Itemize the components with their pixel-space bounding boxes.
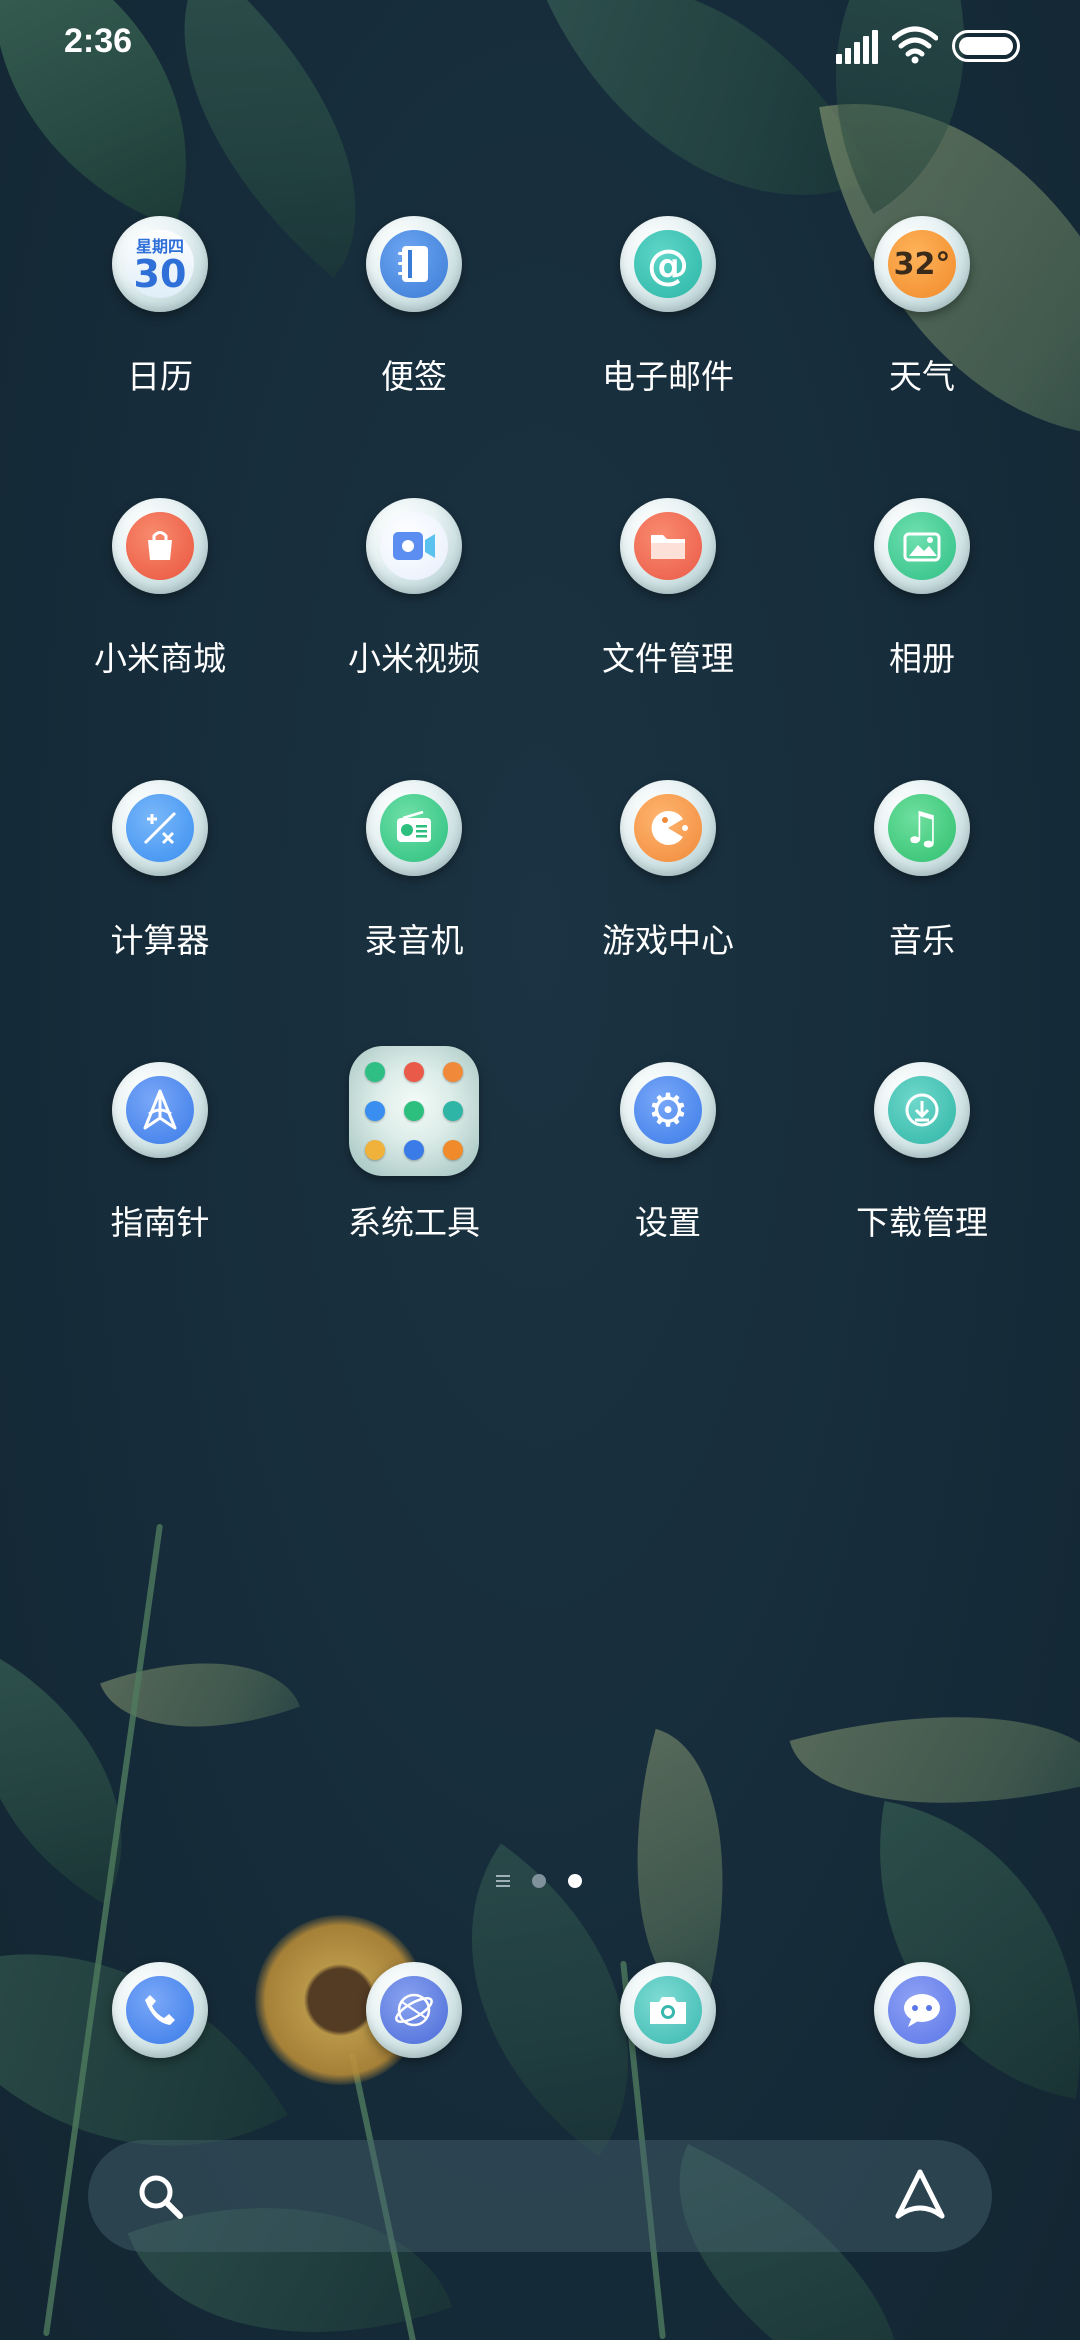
- app-compass[interactable]: 指南针: [45, 1062, 275, 1282]
- mi-store-icon: [112, 498, 208, 594]
- dock-camera[interactable]: [620, 1962, 716, 2058]
- app-notes[interactable]: 便签: [299, 216, 529, 436]
- messages-icon: [874, 1962, 970, 2058]
- gear-icon: ⚙: [620, 1062, 716, 1158]
- gear-glyph: ⚙: [647, 1083, 689, 1137]
- app-email[interactable]: @ 电子邮件: [553, 216, 783, 436]
- app-folder-system-tools[interactable]: 系统工具: [299, 1046, 529, 1282]
- calculator-icon: [112, 780, 208, 876]
- page-dot[interactable]: [532, 1874, 546, 1888]
- app-music[interactable]: ♫ 音乐: [807, 780, 1037, 1000]
- app-label: 相册: [889, 639, 955, 678]
- app-label: 音乐: [889, 921, 955, 960]
- status-bar: 2:36: [0, 0, 1080, 96]
- app-weather[interactable]: 32° 天气: [807, 216, 1037, 436]
- weather-icon: 32°: [874, 216, 970, 312]
- cellular-signal-icon: [836, 30, 880, 64]
- gallery-icon: [874, 498, 970, 594]
- app-label: 系统工具: [348, 1203, 480, 1242]
- app-download-manager[interactable]: 下载管理: [807, 1062, 1037, 1282]
- music-glyph: ♫: [902, 802, 942, 854]
- phone-icon: [112, 1962, 208, 2058]
- battery-icon: [952, 30, 1020, 62]
- app-label: 电子邮件: [602, 357, 734, 396]
- app-label: 日历: [127, 357, 193, 396]
- search-bar[interactable]: [88, 2140, 992, 2252]
- app-label: 文件管理: [602, 639, 734, 678]
- app-label: 指南针: [110, 1203, 210, 1242]
- folder-icon: [349, 1046, 479, 1176]
- app-recorder[interactable]: 录音机: [299, 780, 529, 1000]
- compass-icon: [112, 1062, 208, 1158]
- app-label: 天气: [889, 357, 955, 396]
- dock-messages[interactable]: [874, 1962, 970, 2058]
- file-manager-icon: [620, 498, 716, 594]
- app-label: 游戏中心: [602, 921, 734, 960]
- app-calculator[interactable]: 计算器: [45, 780, 275, 1000]
- notes-icon: [366, 216, 462, 312]
- email-icon: @: [620, 216, 716, 312]
- download-icon: [874, 1062, 970, 1158]
- game-center-icon: [620, 780, 716, 876]
- camera-icon: [620, 1962, 716, 2058]
- home-screen: 2:36 星期四 30 日历 便签 @ 电子邮件 32° 天气 小米商城 小米视…: [0, 0, 1080, 2340]
- page-dot-active[interactable]: [568, 1874, 582, 1888]
- status-time: 2:36: [64, 22, 133, 60]
- page-list-icon[interactable]: [496, 1875, 510, 1887]
- calendar-day: 30: [133, 252, 187, 296]
- app-label: 小米视频: [348, 639, 480, 678]
- dock-browser[interactable]: [366, 1962, 462, 2058]
- app-gallery[interactable]: 相册: [807, 498, 1037, 718]
- wifi-icon: [892, 26, 938, 64]
- app-mi-store[interactable]: 小米商城: [45, 498, 275, 718]
- browser-icon: [366, 1962, 462, 2058]
- weather-temperature: 32°: [893, 246, 951, 282]
- music-icon: ♫: [874, 780, 970, 876]
- app-game-center[interactable]: 游戏中心: [553, 780, 783, 1000]
- app-mi-video[interactable]: 小米视频: [299, 498, 529, 718]
- app-label: 设置: [635, 1203, 701, 1242]
- mi-video-icon: [366, 498, 462, 594]
- app-label: 下载管理: [856, 1203, 988, 1242]
- app-label: 计算器: [110, 921, 210, 960]
- recorder-icon: [366, 780, 462, 876]
- app-label: 便签: [381, 357, 447, 396]
- dock-phone[interactable]: [112, 1962, 208, 2058]
- app-calendar[interactable]: 星期四 30 日历: [45, 216, 275, 436]
- app-file-manager[interactable]: 文件管理: [553, 498, 783, 718]
- assistant-icon[interactable]: [890, 2166, 950, 2226]
- app-label: 录音机: [364, 921, 464, 960]
- app-label: 小米商城: [94, 639, 226, 678]
- email-glyph: @: [647, 239, 689, 289]
- page-indicator[interactable]: [490, 1870, 600, 1892]
- calendar-icon: 星期四 30: [112, 216, 208, 312]
- app-settings[interactable]: ⚙ 设置: [553, 1062, 783, 1282]
- search-icon[interactable]: [134, 2170, 186, 2222]
